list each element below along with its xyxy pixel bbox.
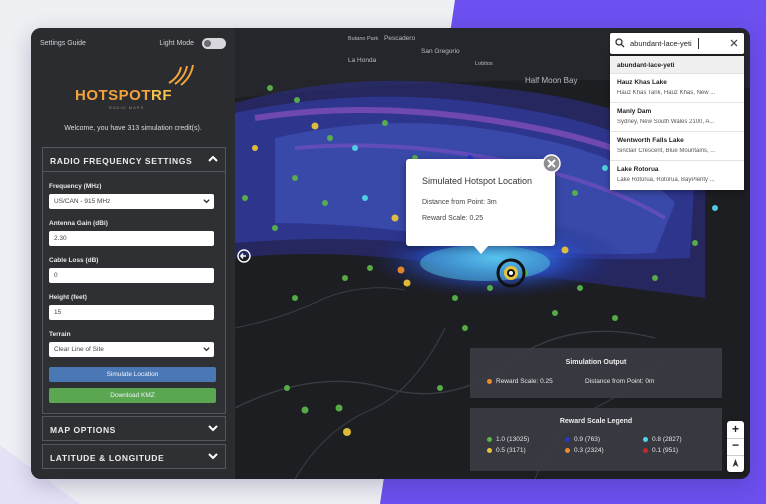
clear-icon[interactable] [729,38,739,48]
logo-subtitle: RADIO MAPS [109,105,145,110]
zoom-control: + − [727,421,744,472]
rf-settings-body: Frequency (MHz) US/CAN - 915 MHz Antenna… [43,171,225,403]
map-options-header[interactable]: MAP OPTIONS [43,417,225,440]
chevron-down-icon [208,425,218,432]
light-mode-label: Light Mode [159,40,194,47]
compass-icon[interactable] [731,458,740,468]
chevron-down-icon [203,347,210,352]
output-distance: Distance from Point: 0m [585,378,655,385]
hotspot-popup: Simulated Hotspot Location Distance from… [406,159,555,246]
height-input[interactable]: 15 [49,305,214,320]
result-address: Sydney, New South Wales 2100, A... [617,119,715,125]
terrain-label: Terrain [49,331,71,338]
height-label: Height (feet) [49,294,87,301]
legend-swatch [565,448,570,453]
place-label: San Gregorio [421,48,460,55]
search-result-item[interactable]: Lake Rotorua Lake Rotorua, Rotorua, BayP… [610,161,744,190]
place-label: Lobitos [475,61,493,67]
text-cursor [698,38,699,49]
legend-swatch [565,437,570,442]
legend-item: 0.1 (951) [652,447,679,454]
legend-swatch [487,448,492,453]
chevron-up-icon [208,155,218,162]
zoom-divider [727,455,744,456]
place-label: Half Moon Bay [525,76,578,85]
legend-swatch [487,437,492,442]
legend-item: 0.9 (763) [574,436,601,443]
search-result-item[interactable]: abundant-lace-yeti [610,56,744,74]
chevron-down-icon [203,199,210,204]
popup-reward: Reward Scale: 0.25 [422,215,484,222]
search-result-item[interactable]: Hauz Khas Lake Hauz Khas Tank, Hauz Khas… [610,74,744,103]
frequency-value: US/CAN - 915 MHz [54,198,111,205]
simulation-output-panel: Simulation Output Reward Scale: 0.25 Dis… [470,348,722,398]
legend-swatch [643,448,648,453]
rf-settings-title: RADIO FREQUENCY SETTINGS [50,156,193,166]
app-window: Settings Guide Light Mode HOTSPOTRF RADI… [31,28,750,479]
legend-title: Reward Scale Legend [559,418,633,425]
lat-long-header[interactable]: LATITUDE & LONGITUDE [43,445,225,468]
legend-item: 0.3 (2324) [574,447,604,454]
sidebar-top-row: Settings Guide Light Mode [40,38,226,50]
search-results-dropdown: abundant-lace-yeti Hauz Khas Lake Hauz K… [610,56,744,190]
search-input[interactable]: abundant-lace-yeti [630,39,692,48]
simulate-location-button[interactable]: Simulate Location [49,367,216,382]
legend-item: 0.5 (3171) [496,447,526,454]
reward-dot-icon [487,379,492,384]
result-address: Lake Rotorua, Rotorua, BayPlenty ... [617,177,715,183]
light-mode-toggle[interactable] [202,38,226,49]
hotspot-rf-logo: HOTSPOTRF RADIO MAPS [71,64,196,115]
sidebar: Settings Guide Light Mode HOTSPOTRF RADI… [31,28,235,479]
frequency-select[interactable]: US/CAN - 915 MHz [49,194,214,209]
lat-long-title: LATITUDE & LONGITUDE [50,453,165,463]
signal-waves-icon [168,64,194,86]
lat-long-panel[interactable]: LATITUDE & LONGITUDE [42,444,226,469]
search-icon [615,38,625,48]
toggle-knob [204,40,211,47]
cable-loss-input[interactable]: 0 [49,268,214,283]
welcome-message: Welcome, you have 313 simulation credit(… [64,125,202,132]
popup-distance: Distance from Point: 3m [422,199,497,206]
reward-legend-panel: Reward Scale Legend 1.0 (13025) 0.9 (763… [470,408,722,471]
result-name: Lake Rotorua [617,166,659,173]
result-name: Wentworth Falls Lake [617,137,684,144]
terrain-select[interactable]: Clear Line of Site [49,342,214,357]
frequency-label: Frequency (MHz) [49,183,102,190]
settings-guide-link[interactable]: Settings Guide [40,40,86,47]
result-address: Sinclair Crescent, Blue Mountains, ... [617,148,716,154]
antenna-gain-label: Antenna Gain (dBi) [49,220,108,227]
output-reward: Reward Scale: 0.25 [496,378,553,385]
search-result-item[interactable]: Wentworth Falls Lake Sinclair Crescent, … [610,132,744,161]
antenna-gain-input[interactable]: 2.30 [49,231,214,246]
zoom-out-button[interactable]: − [727,438,744,452]
search-result-item[interactable]: Manly Dam Sydney, New South Wales 2100, … [610,103,744,132]
map-options-title: MAP OPTIONS [50,425,116,435]
legend-swatch [643,437,648,442]
simulation-output-title: Simulation Output [565,359,627,366]
result-address: Hauz Khas Tank, Hauz Khas, New ... [617,90,716,96]
download-kmz-button[interactable]: Download KMZ [49,388,216,403]
place-label: La Honda [348,57,377,64]
legend-item: 0.8 (2827) [652,436,682,443]
chevron-down-icon [208,453,218,460]
result-name: Hauz Khas Lake [617,79,667,86]
logo-wordmark: HOTSPOTRF [75,87,173,104]
result-name: Manly Dam [617,108,652,115]
popup-title: Simulated Hotspot Location [422,176,533,186]
place-label: Pescadero [384,35,416,42]
map-options-panel[interactable]: MAP OPTIONS [42,416,226,441]
zoom-in-button[interactable]: + [727,422,744,436]
result-name: abundant-lace-yeti [617,62,675,69]
close-icon[interactable] [542,154,561,173]
location-search-bar[interactable]: abundant-lace-yeti [610,33,744,54]
cable-loss-label: Cable Loss (dB) [49,257,99,264]
rf-settings-panel: RADIO FREQUENCY SETTINGS Frequency (MHz)… [42,147,226,414]
popup-tail [473,245,489,254]
collapse-sidebar-arrow-icon[interactable] [237,249,251,263]
legend-item: 1.0 (13025) [496,436,530,443]
rf-settings-header[interactable]: RADIO FREQUENCY SETTINGS [43,148,225,171]
place-label: Butano Park [348,36,379,42]
terrain-value: Clear Line of Site [54,346,104,353]
